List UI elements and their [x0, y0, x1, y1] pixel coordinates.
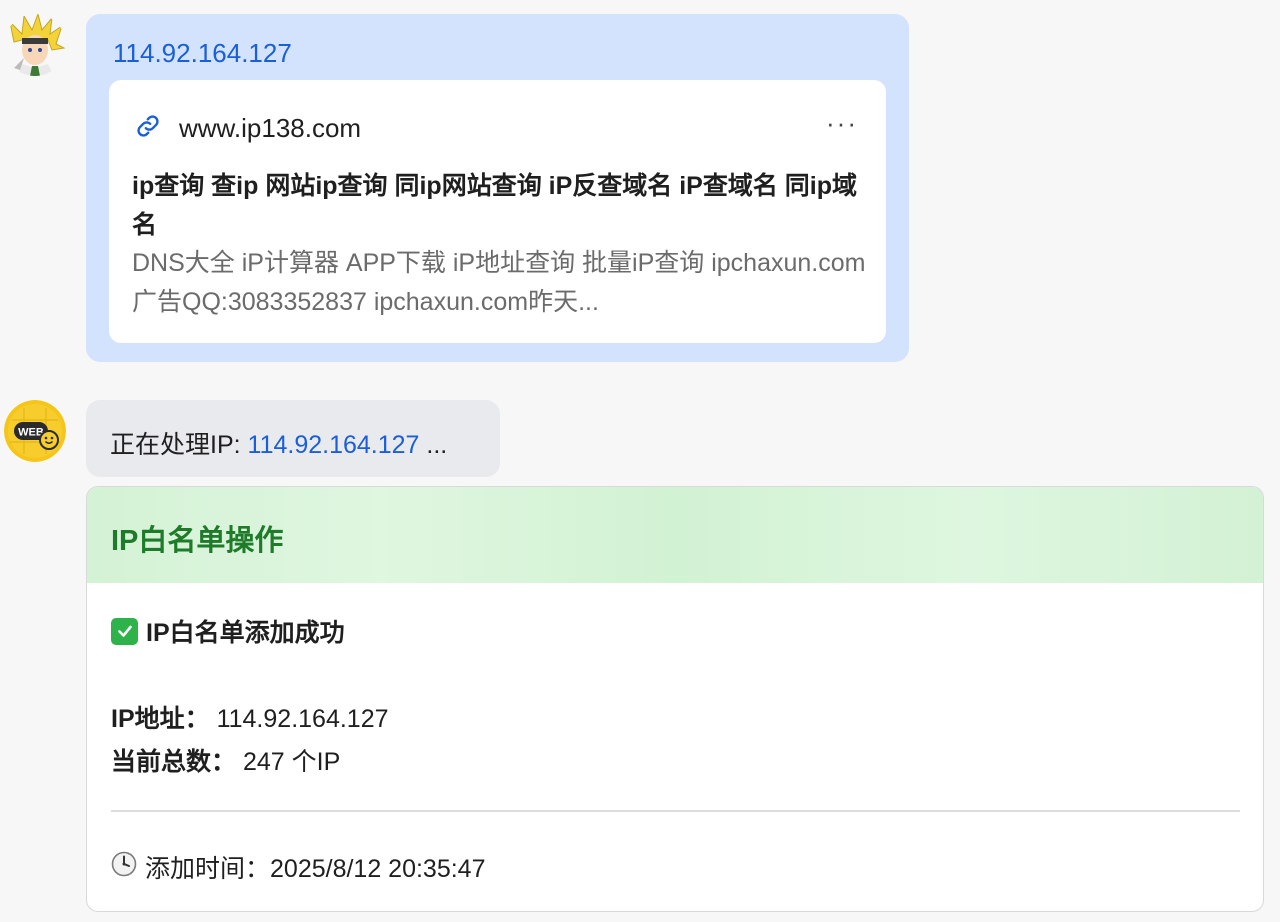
added-time-label: 添加时间：	[145, 855, 271, 883]
chat-page: 114.92.164.127 www.ip138.com ··· ip查询 查i…	[0, 0, 1280, 922]
bot-message-prefix: 正在处理IP:	[110, 431, 248, 459]
total-count-row: 当前总数： 247 个IP	[111, 742, 340, 778]
ip-address-row: IP地址： 114.92.164.127	[111, 699, 389, 735]
preview-title: ip查询 查ip 网站ip查询 同ip网站查询 iP反查域名 iP查域名 同ip…	[132, 172, 858, 239]
link-icon	[135, 113, 161, 139]
bot-message-ip-link[interactable]: 114.92.164.127	[248, 431, 420, 459]
total-count-label: 当前总数：	[111, 748, 237, 776]
added-time-value: 2025/8/12 20:35:47	[270, 855, 486, 883]
user-message-bubble: 114.92.164.127 www.ip138.com ··· ip查询 查i…	[86, 14, 909, 362]
preview-description: DNS大全 iP计算器 APP下载 iP地址查询 批量iP查询 ipchaxun…	[132, 249, 866, 316]
bot-avatar[interactable]: WEB	[4, 400, 66, 462]
link-preview-card[interactable]: www.ip138.com ··· ip查询 查ip 网站ip查询 同ip网站查…	[109, 80, 886, 343]
preview-domain: www.ip138.com	[179, 113, 362, 143]
bot-message-bubble: 正在处理IP: 114.92.164.127 ...	[86, 400, 500, 477]
success-text: IP白名单添加成功	[146, 619, 345, 647]
whitelist-result-card: IP白名单操作 IP白名单添加成功 IP地址： 114.92.164.127 当…	[86, 486, 1264, 912]
check-mark-icon	[111, 617, 138, 645]
more-options-icon[interactable]: ···	[826, 108, 858, 139]
user-message-link[interactable]: 114.92.164.127	[113, 38, 292, 69]
ip-address-label: IP地址：	[111, 705, 210, 733]
success-message: IP白名单添加成功	[111, 613, 345, 649]
card-divider	[111, 810, 1240, 812]
result-card-title: IP白名单操作	[111, 525, 284, 557]
result-card-header: IP白名单操作	[87, 487, 1263, 583]
user-avatar[interactable]	[4, 14, 66, 76]
ip-address-value: 114.92.164.127	[216, 705, 389, 733]
total-count-value: 247 个IP	[242, 748, 341, 776]
bot-message-suffix: ...	[419, 431, 448, 459]
added-time-row: 添加时间：2025/8/12 20:35:47	[111, 849, 486, 885]
clock-icon	[111, 851, 137, 884]
